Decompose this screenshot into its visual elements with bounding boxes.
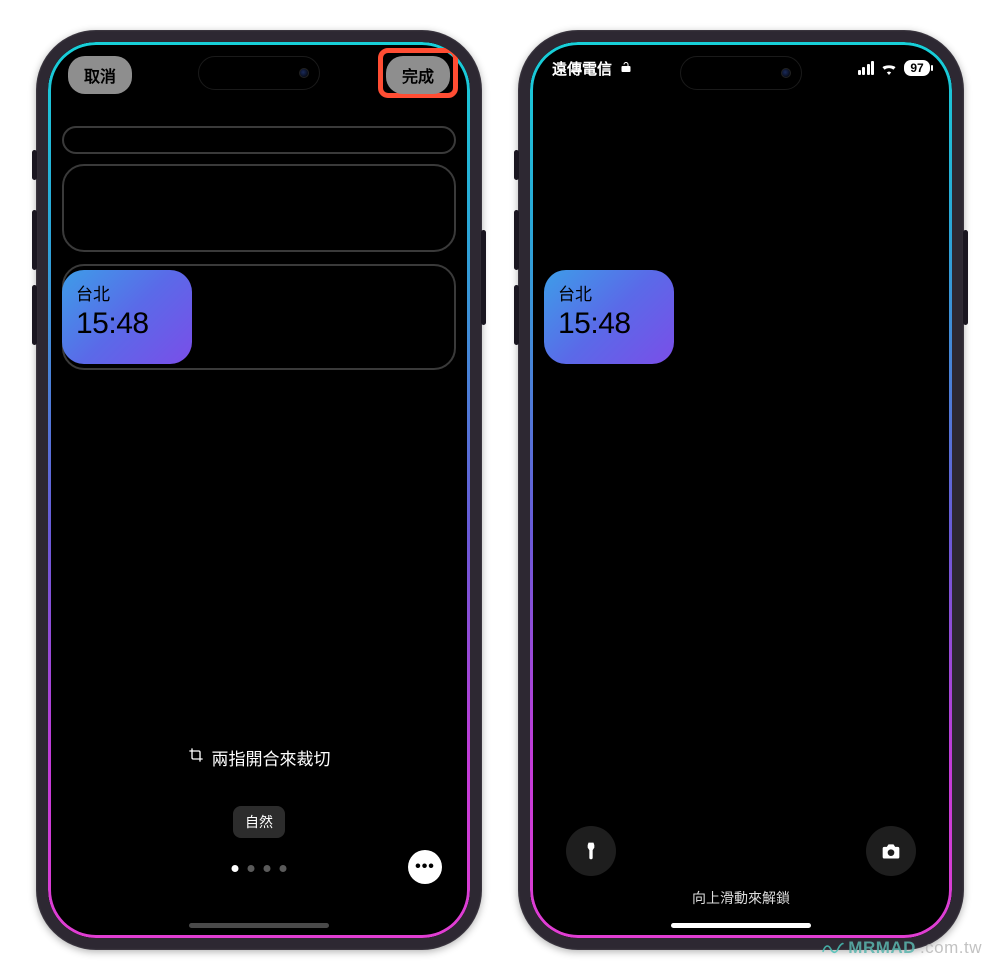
date-widget-slot[interactable] xyxy=(62,126,456,154)
silence-switch xyxy=(514,150,519,180)
wallpaper-gradient-border xyxy=(530,42,952,938)
clock-widget-city: 台北 xyxy=(76,280,178,305)
flashlight-button[interactable] xyxy=(566,826,616,876)
screen-lock: 遠傳電信 97 台北 15:48 xyxy=(530,42,952,938)
carrier-label: 遠傳電信 xyxy=(552,58,612,79)
done-button[interactable]: 完成 xyxy=(386,56,450,94)
volume-up xyxy=(514,210,519,270)
screen-editor: 取消 完成 台北 15:48 兩指開合來裁切 自然 ••• xyxy=(48,42,470,938)
filter-chip[interactable]: 自然 xyxy=(233,806,285,838)
more-options-button[interactable]: ••• xyxy=(408,850,442,884)
clock-widget-time: 15:48 xyxy=(558,307,660,341)
watermark: MRMAD.com.tw xyxy=(822,937,982,959)
phone-right: 遠傳電信 97 台北 15:48 xyxy=(518,30,964,950)
home-indicator[interactable] xyxy=(189,923,329,928)
wifi-icon xyxy=(880,62,898,75)
pager-dot xyxy=(280,865,287,872)
pager-dot xyxy=(232,865,239,872)
power-button xyxy=(481,230,486,325)
clock-widget[interactable]: 台北 15:48 xyxy=(62,270,192,364)
time-widget-slot[interactable] xyxy=(62,164,456,252)
volume-down xyxy=(514,285,519,345)
battery-indicator: 97 xyxy=(904,60,930,76)
crop-hint: 兩指開合來裁切 xyxy=(48,745,470,770)
camera-button[interactable] xyxy=(866,826,916,876)
clock-widget-time: 15:48 xyxy=(76,307,178,341)
volume-up xyxy=(32,210,37,270)
crop-hint-text: 兩指開合來裁切 xyxy=(212,745,331,770)
swipe-up-hint: 向上滑動來解鎖 xyxy=(530,888,952,908)
power-button xyxy=(963,230,968,325)
pager-dot xyxy=(264,865,271,872)
volume-down xyxy=(32,285,37,345)
crop-icon xyxy=(188,747,204,768)
cancel-button[interactable]: 取消 xyxy=(68,56,132,94)
watermark-brand: MRMAD xyxy=(848,938,916,958)
silence-switch xyxy=(32,150,37,180)
phone-left: 取消 完成 台北 15:48 兩指開合來裁切 自然 ••• xyxy=(36,30,482,950)
clock-widget-city: 台北 xyxy=(558,280,660,305)
status-bar: 遠傳電信 97 xyxy=(530,58,952,79)
lock-open-icon xyxy=(620,60,632,77)
clock-widget: 台北 15:48 xyxy=(544,270,674,364)
home-indicator[interactable] xyxy=(671,923,811,928)
cellular-signal-icon xyxy=(858,61,875,75)
watermark-tld: .com.tw xyxy=(920,938,982,958)
pager[interactable] xyxy=(232,865,287,872)
pager-dot xyxy=(248,865,255,872)
watermark-logo-icon xyxy=(822,937,844,959)
